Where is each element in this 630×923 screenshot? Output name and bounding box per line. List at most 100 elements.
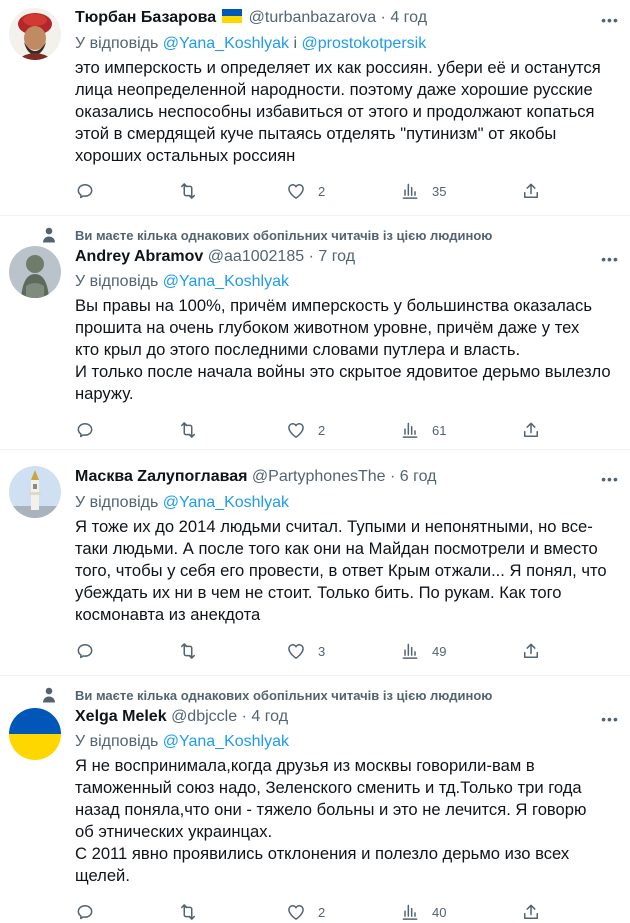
social-context-text: Ви маєте кілька однакових обопільних чит… xyxy=(75,228,493,243)
action-bar: 3 49 xyxy=(0,640,630,662)
timestamp[interactable]: 6 год xyxy=(400,468,437,485)
tweet-text-line: С 2011 явно проявились отклонения и поле… xyxy=(75,844,570,863)
handle[interactable]: @turbanbazarova xyxy=(249,9,376,26)
tweet-text-line: Я не воспринимала,когда друзья из москвы… xyxy=(75,756,535,775)
tweet-text-line: Вы правы на 100%, причём имперскость у б… xyxy=(75,296,592,315)
mention-link[interactable]: @Yana_Koshlyak xyxy=(163,273,289,290)
like-button[interactable]: 2 xyxy=(286,419,325,441)
mention-link[interactable]: @prostokotpersik xyxy=(301,35,426,52)
views-bars-icon xyxy=(402,422,418,438)
tweet-text-line: наружу. xyxy=(75,384,134,403)
avatar[interactable] xyxy=(9,8,61,60)
display-name[interactable]: Тюрбан Базарова xyxy=(75,9,216,26)
tweet-text: Я тоже их до 2014 людьми считал. Тупыми … xyxy=(75,516,623,626)
tweet[interactable]: Ви маєте кілька однакових обопільних чит… xyxy=(0,216,630,449)
action-bar: 2 40 xyxy=(0,901,630,923)
like-count: 2 xyxy=(318,904,326,920)
tweet-header: Xelga Melek @dbjccle · 4 год xyxy=(75,708,288,730)
views-button[interactable]: 40 xyxy=(400,901,446,923)
tweet-text-line: того, чтобы у себя его провести, в ответ… xyxy=(75,561,607,580)
more-dots-icon[interactable]: ••• xyxy=(600,249,620,269)
avatar-ukraine-flag-icon xyxy=(9,708,61,760)
share-button[interactable] xyxy=(521,419,541,441)
heart-icon xyxy=(288,184,304,199)
timestamp[interactable]: 4 год xyxy=(251,708,288,725)
person-icon xyxy=(43,687,55,703)
mention-link[interactable]: @Yana_Koshlyak xyxy=(163,733,289,750)
reply-prefix: У відповідь xyxy=(75,494,159,511)
separator-dot: · xyxy=(308,248,314,265)
tweet[interactable]: Ви маєте кілька однакових обопільних чит… xyxy=(0,676,630,923)
avatar-statue-icon xyxy=(9,246,61,298)
tweet-text: это имперскость и определяет их как росс… xyxy=(75,57,623,167)
mention-link[interactable]: @Yana_Koshlyak xyxy=(163,494,289,511)
tweet[interactable]: Тюрбан Базарова @turbanbazarova · 4 год … xyxy=(0,0,630,215)
more-dots-icon[interactable]: ••• xyxy=(600,709,620,729)
handle[interactable]: @dbjccle xyxy=(171,708,237,725)
reply-bubble-icon xyxy=(77,184,93,199)
tweet-text-line: это имперскость и определяет их как росс… xyxy=(75,58,601,77)
tweet-text-line: космонавта из анекдота xyxy=(75,605,261,624)
more-dots-icon[interactable]: ••• xyxy=(600,469,620,489)
retweet-button[interactable] xyxy=(178,640,210,662)
tweet-text: Вы правы на 100%, причём имперскость у б… xyxy=(75,295,623,405)
mention-link[interactable]: @Yana_Koshlyak xyxy=(163,35,289,52)
display-name[interactable]: Xelga Melek xyxy=(75,708,167,725)
reply-bubble-icon xyxy=(77,644,93,659)
timestamp[interactable]: 4 год xyxy=(390,9,427,26)
share-upload-icon xyxy=(524,422,538,437)
like-button[interactable]: 2 xyxy=(286,901,325,923)
retweet-icon xyxy=(181,904,195,920)
display-name[interactable]: Andrey Abramov xyxy=(75,248,203,265)
tweet-text-line: щелей. xyxy=(75,866,130,885)
share-upload-icon xyxy=(524,183,538,198)
social-context: Ви маєте кілька однакових обопільних чит… xyxy=(0,226,630,246)
share-button[interactable] xyxy=(521,640,541,662)
action-bar: 2 61 xyxy=(0,419,630,441)
avatar[interactable] xyxy=(9,466,61,518)
tweet-text-line: этой в смердящей куче пытаясь отделять "… xyxy=(75,124,557,143)
avatar-tower-icon xyxy=(9,466,61,518)
heart-icon xyxy=(288,905,304,920)
timestamp[interactable]: 7 год xyxy=(318,248,355,265)
share-button[interactable] xyxy=(521,180,541,202)
heart-icon xyxy=(288,423,304,438)
reply-bubble-icon xyxy=(77,423,93,438)
tweet-text-line: таки людьми. А после того как они на Май… xyxy=(75,539,598,558)
social-context-text: Ви маєте кілька однакових обопільних чит… xyxy=(75,688,493,703)
share-button[interactable] xyxy=(521,901,541,923)
separator-dot: · xyxy=(390,468,396,485)
social-context: Ви маєте кілька однакових обопільних чит… xyxy=(0,686,630,706)
like-button[interactable]: 3 xyxy=(286,640,325,662)
retweet-button[interactable] xyxy=(178,180,210,202)
separator-dot: · xyxy=(241,708,247,725)
avatar[interactable] xyxy=(9,708,61,760)
tweet-text-line: И только после начала войны это скрытое … xyxy=(75,362,611,381)
views-button[interactable]: 49 xyxy=(400,640,446,662)
retweet-button[interactable] xyxy=(178,901,210,923)
views-bars-icon xyxy=(402,904,418,920)
tweet-text-line: таможенный союз надо, Зеленского сменить… xyxy=(75,778,582,797)
avatar-portrait-icon xyxy=(9,8,61,60)
more-dots-icon[interactable]: ••• xyxy=(600,10,620,30)
tweet-text-line: назад поняла,что они - тяжело больны и э… xyxy=(75,800,587,819)
reply-prefix: У відповідь xyxy=(75,35,159,52)
tweet[interactable]: Масква Zалупоглавая @PartyphonesThe · 6 … xyxy=(0,450,630,675)
reply-button[interactable] xyxy=(75,180,107,202)
handle[interactable]: @PartyphonesThe xyxy=(252,468,386,485)
views-count: 40 xyxy=(432,904,447,920)
avatar[interactable] xyxy=(9,246,61,298)
views-button[interactable]: 35 xyxy=(400,180,446,202)
ukraine-flag-icon xyxy=(222,9,243,23)
reply-button[interactable] xyxy=(75,640,107,662)
tweet-text-line: кто крыл до этого последними словами пут… xyxy=(75,340,521,359)
reply-button[interactable] xyxy=(75,901,107,923)
reply-prefix: У відповідь xyxy=(75,733,159,750)
display-name[interactable]: Масква Zалупоглавая xyxy=(75,468,247,485)
heart-icon xyxy=(288,644,304,659)
retweet-button[interactable] xyxy=(178,419,210,441)
handle[interactable]: @aa1002185 xyxy=(208,248,304,265)
reply-button[interactable] xyxy=(75,419,107,441)
like-button[interactable]: 2 xyxy=(286,180,325,202)
views-button[interactable]: 61 xyxy=(400,419,446,441)
